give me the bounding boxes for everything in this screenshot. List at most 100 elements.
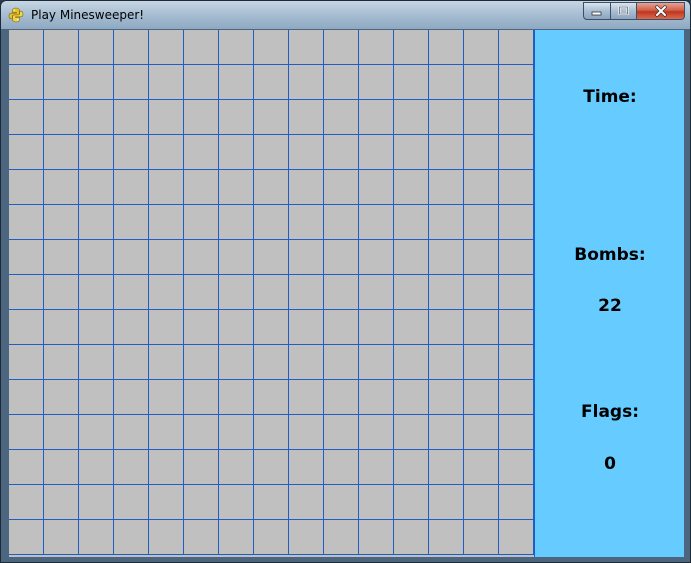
mine-cell[interactable]	[114, 30, 149, 65]
mine-cell[interactable]	[359, 415, 394, 450]
mine-cell[interactable]	[499, 135, 534, 170]
mine-cell[interactable]	[359, 30, 394, 65]
mine-cell[interactable]	[149, 485, 184, 520]
mine-cell[interactable]	[394, 65, 429, 100]
mine-cell[interactable]	[289, 170, 324, 205]
mine-cell[interactable]	[184, 450, 219, 485]
mine-cell[interactable]	[149, 345, 184, 380]
mine-cell[interactable]	[394, 520, 429, 555]
mine-cell[interactable]	[289, 520, 324, 555]
mine-cell[interactable]	[254, 240, 289, 275]
mine-cell[interactable]	[289, 100, 324, 135]
mine-cell[interactable]	[9, 380, 44, 415]
mine-cell[interactable]	[394, 205, 429, 240]
mine-cell[interactable]	[289, 205, 324, 240]
mine-cell[interactable]	[464, 520, 499, 555]
mine-cell[interactable]	[429, 415, 464, 450]
mine-cell[interactable]	[219, 170, 254, 205]
mine-cell[interactable]	[324, 415, 359, 450]
mine-cell[interactable]	[114, 345, 149, 380]
mine-cell[interactable]	[184, 205, 219, 240]
mine-cell[interactable]	[79, 450, 114, 485]
mine-cell[interactable]	[79, 135, 114, 170]
mine-cell[interactable]	[114, 520, 149, 555]
mine-cell[interactable]	[9, 30, 44, 65]
mine-cell[interactable]	[184, 30, 219, 65]
mine-cell[interactable]	[429, 275, 464, 310]
mine-cell[interactable]	[254, 275, 289, 310]
mine-cell[interactable]	[499, 205, 534, 240]
mine-cell[interactable]	[254, 485, 289, 520]
mine-cell[interactable]	[79, 275, 114, 310]
mine-cell[interactable]	[289, 415, 324, 450]
mine-cell[interactable]	[324, 65, 359, 100]
mine-cell[interactable]	[464, 450, 499, 485]
mine-cell[interactable]	[114, 205, 149, 240]
mine-cell[interactable]	[464, 135, 499, 170]
mine-cell[interactable]	[464, 275, 499, 310]
mine-cell[interactable]	[9, 450, 44, 485]
mine-cell[interactable]	[429, 380, 464, 415]
mine-cell[interactable]	[429, 520, 464, 555]
mine-cell[interactable]	[254, 415, 289, 450]
mine-cell[interactable]	[429, 240, 464, 275]
mine-cell[interactable]	[219, 240, 254, 275]
mine-cell[interactable]	[44, 415, 79, 450]
mine-cell[interactable]	[219, 485, 254, 520]
mine-cell[interactable]	[254, 310, 289, 345]
mine-cell[interactable]	[394, 100, 429, 135]
mine-cell[interactable]	[394, 485, 429, 520]
mine-cell[interactable]	[44, 520, 79, 555]
mine-cell[interactable]	[254, 520, 289, 555]
mine-cell[interactable]	[9, 135, 44, 170]
mine-cell[interactable]	[149, 205, 184, 240]
mine-cell[interactable]	[499, 450, 534, 485]
mine-cell[interactable]	[219, 30, 254, 65]
mine-cell[interactable]	[324, 380, 359, 415]
mine-cell[interactable]	[44, 135, 79, 170]
mine-cell[interactable]	[254, 170, 289, 205]
mine-cell[interactable]	[429, 170, 464, 205]
mine-cell[interactable]	[79, 65, 114, 100]
mine-cell[interactable]	[79, 310, 114, 345]
mine-cell[interactable]	[429, 65, 464, 100]
mine-cell[interactable]	[324, 170, 359, 205]
mine-cell[interactable]	[499, 100, 534, 135]
mine-cell[interactable]	[184, 380, 219, 415]
mine-cell[interactable]	[394, 310, 429, 345]
mine-cell[interactable]	[359, 170, 394, 205]
mine-cell[interactable]	[79, 205, 114, 240]
mine-cell[interactable]	[289, 380, 324, 415]
mine-cell[interactable]	[44, 240, 79, 275]
mine-cell[interactable]	[44, 275, 79, 310]
mine-cell[interactable]	[289, 240, 324, 275]
mine-cell[interactable]	[44, 65, 79, 100]
mine-cell[interactable]	[464, 310, 499, 345]
mine-cell[interactable]	[464, 415, 499, 450]
mine-cell[interactable]	[324, 30, 359, 65]
mine-cell[interactable]	[184, 135, 219, 170]
mine-cell[interactable]	[324, 135, 359, 170]
mine-cell[interactable]	[499, 415, 534, 450]
mine-cell[interactable]	[9, 415, 44, 450]
mine-cell[interactable]	[219, 100, 254, 135]
mine-cell[interactable]	[9, 100, 44, 135]
mine-cell[interactable]	[324, 310, 359, 345]
mine-cell[interactable]	[149, 170, 184, 205]
mine-cell[interactable]	[79, 345, 114, 380]
mine-cell[interactable]	[289, 485, 324, 520]
mine-cell[interactable]	[499, 65, 534, 100]
mine-cell[interactable]	[289, 135, 324, 170]
mine-cell[interactable]	[254, 380, 289, 415]
mine-cell[interactable]	[114, 275, 149, 310]
mine-cell[interactable]	[149, 30, 184, 65]
mine-cell[interactable]	[394, 240, 429, 275]
mine-cell[interactable]	[289, 450, 324, 485]
mine-cell[interactable]	[289, 345, 324, 380]
mine-cell[interactable]	[499, 380, 534, 415]
mine-cell[interactable]	[464, 380, 499, 415]
mine-cell[interactable]	[464, 100, 499, 135]
mine-cell[interactable]	[9, 310, 44, 345]
mine-cell[interactable]	[219, 520, 254, 555]
mine-cell[interactable]	[499, 170, 534, 205]
